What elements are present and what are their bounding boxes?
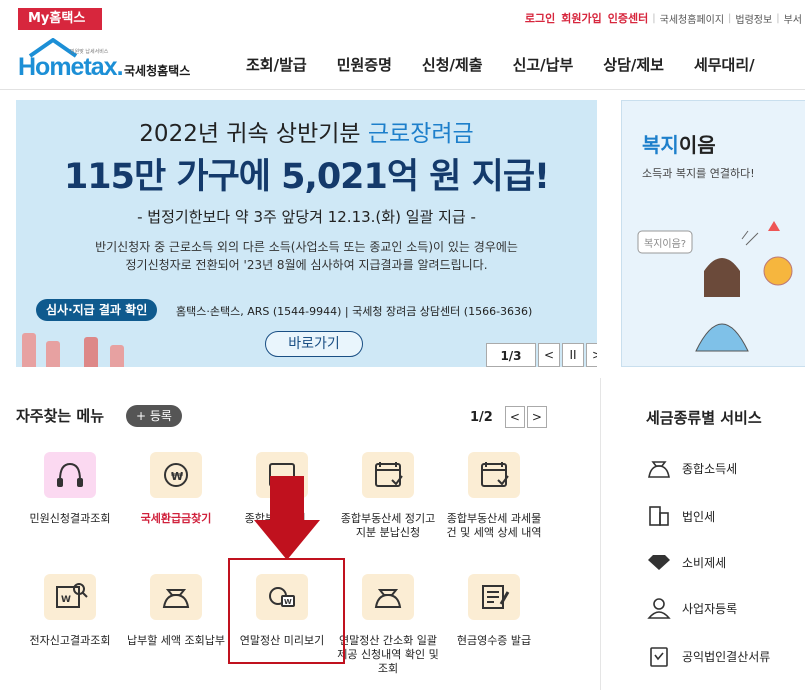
- banner-description: 반기신청자 중 근로소득 외의 다른 소득(사업소득 또는 종교인 소득)이 있…: [16, 238, 597, 274]
- service-label: 종합소득세: [682, 461, 738, 476]
- banner-title-prefix: 2022년 귀속 상반기분: [139, 121, 368, 147]
- contact-info: 홈택스·손택스, ARS (1544-9944) | 국세청 장려금 상담센터 …: [176, 305, 533, 318]
- red-arrow-icon: [254, 476, 320, 560]
- menu-item-tax-payment[interactable]: 납부할 세액 조회납부: [124, 574, 228, 648]
- login-link[interactable]: 로그인: [522, 10, 558, 26]
- welfare-subtitle: 소득과 복지를 연결하다!: [642, 167, 755, 180]
- gift-decoration: [46, 341, 60, 367]
- frequent-page-indicator: 1/2: [470, 409, 493, 425]
- menu-item-e-filing-result[interactable]: W 전자신고결과조회: [18, 574, 122, 648]
- svg-text:W: W: [61, 595, 71, 605]
- frequent-prev-button[interactable]: <: [504, 406, 525, 428]
- banner-pause-button[interactable]: II: [562, 343, 584, 367]
- department-link[interactable]: 부서: [781, 11, 805, 26]
- promo-banner[interactable]: 2022년 귀속 상반기분 근로장려금 115만 가구에 5,021억 원 지급…: [16, 100, 597, 367]
- logo-wordmark: Hometax.: [18, 53, 124, 81]
- calendar-check-icon: [468, 452, 520, 498]
- headset-icon: [44, 452, 96, 498]
- banner-desc-line: 반기신청자 중 근로소득 외의 다른 소득(사업소득 또는 종교인 소득)이 있…: [95, 240, 518, 254]
- gift-decoration: [110, 345, 124, 367]
- gift-decoration: [22, 333, 36, 367]
- gift-decoration: [84, 337, 98, 367]
- menu-item-year-end-simplified[interactable]: 연말정산 간소화 일괄제공 신청내역 확인 및 조회: [336, 574, 440, 676]
- service-item-consumption-tax[interactable]: 소비제세: [646, 551, 726, 573]
- frequent-menu-title: 자주찾는 메뉴: [16, 407, 105, 425]
- service-label: 공익법인결산서류: [682, 649, 771, 664]
- service-label: 법인세: [682, 509, 716, 524]
- tax-services-title: 세금종류별 서비스: [646, 409, 762, 427]
- money-bag-icon: [648, 461, 670, 478]
- service-label: 사업자등록: [682, 601, 738, 616]
- clipboard-icon: [650, 647, 668, 667]
- banner-subtitle: - 법정기한보다 약 3주 앞당겨 12.13.(화) 일괄 지급 -: [137, 208, 476, 226]
- nav-tax-agent[interactable]: 세무대리/: [694, 54, 755, 75]
- banner-title: 2022년 귀속 상반기분 근로장려금: [16, 114, 597, 148]
- my-hometax-tab[interactable]: My홈택스: [18, 8, 102, 30]
- nav-inquiry-issue[interactable]: 조회/발급: [246, 54, 307, 75]
- menu-label: 종합부동산세 정기고지분 분납신청: [340, 512, 436, 539]
- divider: [600, 378, 601, 690]
- banner-headline: 115만 가구에 5,021억 원 지급!: [63, 157, 550, 197]
- service-label: 소비제세: [682, 555, 727, 570]
- banner-title-highlight: 근로장려금: [367, 121, 474, 147]
- money-bag-icon: [362, 574, 414, 620]
- welfare-title-rest: 이음: [678, 133, 716, 157]
- menu-item-refund[interactable]: ₩ 국세환급금찾기: [124, 452, 228, 526]
- person-illustration-icon: 복지이음?: [637, 221, 793, 352]
- util-links: 로그인 회원가입 인증센터 | 국세청홈페이지 | 법령정보 | 부서: [522, 10, 805, 26]
- service-item-business-registration[interactable]: 사업자등록: [646, 597, 737, 619]
- frequent-pager: 1/2 < >: [470, 406, 547, 428]
- welfare-title-highlight: 복지: [642, 133, 679, 157]
- banner-page-indicator: 1/3: [486, 343, 536, 367]
- service-item-public-interest-settlement[interactable]: 공익법인결산서류: [646, 645, 770, 667]
- menu-label: 전자신고결과조회: [29, 634, 111, 647]
- refund-icon: ₩: [150, 452, 202, 498]
- nav-apply-submit[interactable]: 신청/제출: [422, 54, 483, 75]
- menu-item-property-tax-detail[interactable]: 종합부동산세 과세물건 및 세액 상세 내역: [442, 452, 546, 540]
- top-utility-bar: My홈택스 로그인 회원가입 인증센터 | 국세청홈페이지 | 법령정보 | 부…: [0, 0, 805, 32]
- diamond-icon: [648, 555, 670, 570]
- logo-korean-name: 국세청홈택스: [124, 64, 191, 78]
- banner-desc-line: 정기신청자로 전환되어 '23년 8월에 심사하여 지급결과를 알려드립니다.: [125, 258, 488, 272]
- menu-item-property-tax-installment[interactable]: 종합부동산세 정기고지분 분납신청: [336, 452, 440, 540]
- menu-item-cash-receipt[interactable]: 현금영수증 발급: [442, 574, 546, 648]
- nav-report-pay[interactable]: 신고/납부: [513, 54, 574, 75]
- go-button[interactable]: 바로가기: [265, 331, 363, 357]
- banner-controls: 1/3 < II >: [486, 343, 597, 367]
- hometax-logo[interactable]: 민원맞 납세서비스 Hometax. 국세청홈택스: [18, 38, 218, 82]
- svg-text:₩: ₩: [171, 470, 183, 483]
- welfare-title: 복지이음: [642, 129, 716, 158]
- main-header: 민원맞 납세서비스 Hometax. 국세청홈택스 조회/발급 민원증명 신청/…: [0, 32, 805, 90]
- person-icon: [647, 598, 671, 619]
- money-bag-icon: [150, 574, 202, 620]
- signup-link[interactable]: 회원가입: [558, 10, 604, 26]
- nav-consult-report[interactable]: 상담/제보: [603, 54, 664, 75]
- menu-label: 납부할 세액 조회납부: [126, 634, 226, 647]
- menu-label: 민원신청결과조회: [29, 512, 111, 525]
- nts-homepage-link[interactable]: 국세청홈페이지: [657, 11, 727, 26]
- service-item-income-tax[interactable]: 종합소득세: [646, 457, 737, 479]
- main-nav: 조회/발급 민원증명 신청/제출 신고/납부 상담/제보 세무대리/: [246, 54, 785, 75]
- menu-label: 종합부동산세 과세물건 및 세액 상세 내역: [446, 512, 542, 539]
- banner-next-button[interactable]: >: [586, 343, 597, 367]
- building-icon: [649, 506, 669, 526]
- welfare-bubble-text: 복지이음?: [644, 238, 686, 250]
- service-item-corporate-tax[interactable]: 법인세: [646, 505, 715, 527]
- menu-item-civil-result[interactable]: 민원신청결과조회: [18, 452, 122, 526]
- register-button[interactable]: + 등록: [126, 405, 182, 427]
- receipt-icon: [468, 574, 520, 620]
- menu-label: 국세환급금찾기: [140, 512, 212, 525]
- search-doc-icon: W: [44, 574, 96, 620]
- result-check-badge: 심사·지급 결과 확인: [36, 299, 158, 321]
- nav-civil-certificate[interactable]: 민원증명: [337, 54, 392, 75]
- menu-label: 연말정산 간소화 일괄제공 신청내역 확인 및 조회: [337, 634, 439, 675]
- frequent-next-button[interactable]: >: [526, 406, 547, 428]
- law-info-link[interactable]: 법령정보: [732, 11, 775, 26]
- welfare-card[interactable]: 복지이음 소득과 복지를 연결하다! 복지이음?: [621, 100, 805, 367]
- menu-label: 현금영수증 발급: [456, 634, 532, 647]
- banner-prev-button[interactable]: <: [538, 343, 560, 367]
- calendar-check-icon: [362, 452, 414, 498]
- cert-center-link[interactable]: 인증센터: [605, 10, 651, 26]
- highlight-box: [228, 558, 345, 664]
